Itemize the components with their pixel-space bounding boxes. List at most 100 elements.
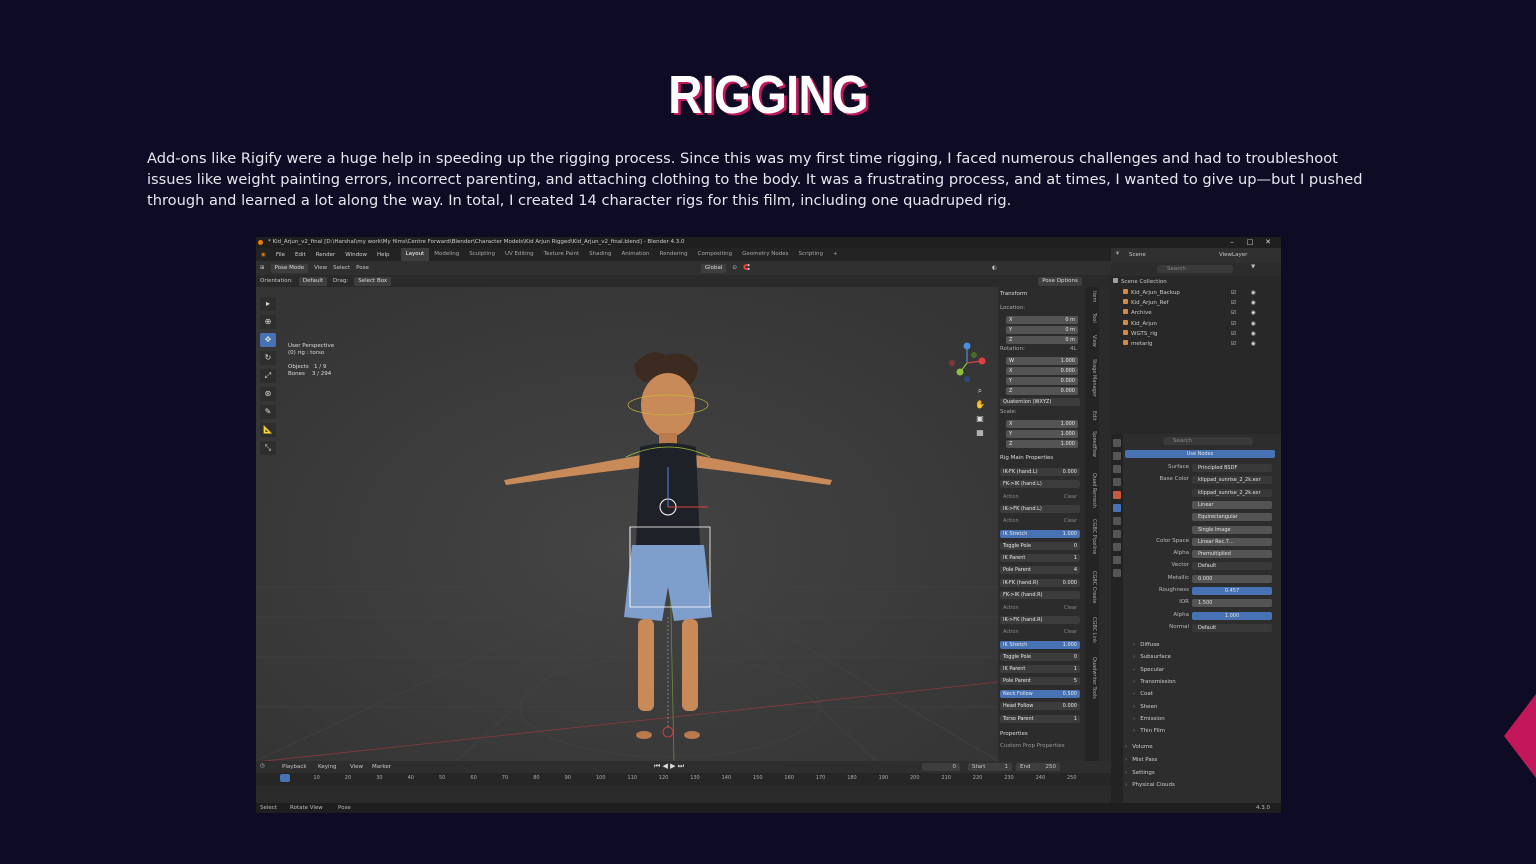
pivot-icon[interactable]: ⊙	[732, 265, 737, 271]
rotation-z-row[interactable]: Z 0.000	[998, 386, 1083, 395]
shader-property-value[interactable]: 1.500	[1192, 599, 1272, 608]
rig-right-field[interactable]: IK-FK (hand.R) 0.000	[1000, 579, 1080, 587]
modifier-tab-icon[interactable]	[1113, 530, 1121, 538]
rig-left-field[interactable]: IK Stretch 1.000	[1000, 529, 1080, 538]
shader-property-value[interactable]: 0.000	[1192, 574, 1272, 583]
rig-left-row[interactable]: Action Clear	[998, 516, 1083, 525]
blender-menu-icon[interactable]: ◉	[256, 252, 271, 258]
rig-right-row[interactable]: Action Clear	[998, 627, 1083, 636]
tab-cgbc-link[interactable]: CGBC Link	[1087, 617, 1097, 643]
rig-right-row[interactable]: IK->FK (hand.R)	[998, 615, 1083, 624]
rig-right-field[interactable]: FK->IK (hand.R)	[1000, 591, 1080, 600]
rig-left-row[interactable]: Pole Parent 4	[998, 565, 1083, 575]
shader-property-value[interactable]: Linear	[1192, 500, 1272, 509]
location-z-row[interactable]: Z 0 m	[998, 335, 1083, 344]
shader-property-row[interactable]: klippad_sunrise_2_2k.exr	[1123, 487, 1281, 498]
visibility-checkbox-icon[interactable]: ☑	[1231, 298, 1236, 308]
shader-property-value[interactable]: Default	[1192, 623, 1272, 632]
tab-layout[interactable]: Layout	[400, 248, 430, 261]
cursor-icon[interactable]: ⊕	[260, 315, 276, 329]
shader-property-value[interactable]: Equirectangular	[1192, 513, 1272, 522]
menu-keying[interactable]: Keying	[318, 764, 336, 770]
rig-right-row[interactable]: Toggle Pole 0	[998, 652, 1083, 661]
shader-property-row[interactable]: Normal Default	[1123, 622, 1281, 633]
shader-property-row[interactable]: Base Color klippad_sunrise_2_2k.exr	[1123, 474, 1281, 485]
grid-icon[interactable]: ▦	[974, 427, 986, 439]
current-frame-field[interactable]: 0	[922, 763, 960, 771]
location-y-row[interactable]: Y 0 m	[998, 325, 1083, 334]
shader-property-row[interactable]: Metallic 0.000	[1123, 573, 1281, 584]
custom-properties-header[interactable]: Custom Prop Properties	[1000, 743, 1065, 749]
rig-right-field[interactable]: Pole Parent 5	[1000, 677, 1080, 686]
scene-collection-row[interactable]: Scene Collection	[1113, 277, 1279, 287]
tab-tool[interactable]: Tool	[1087, 313, 1097, 323]
rotation-x-row[interactable]: X 0.000	[998, 366, 1083, 375]
shader-property-row[interactable]: Roughness 0.457	[1123, 585, 1281, 596]
rig-right-field[interactable]: Action Clear	[1000, 628, 1080, 636]
scale-y-row[interactable]: Y 1.000	[998, 429, 1083, 438]
viewport-shading-icon[interactable]: ◐	[992, 265, 997, 271]
shader-property-row[interactable]: Linear	[1123, 499, 1281, 510]
shader-subsection[interactable]: › Subsurface	[1133, 652, 1171, 662]
shader-property-value[interactable]: Default	[1192, 562, 1272, 571]
rig-right-field[interactable]: Action Clear	[1000, 604, 1080, 612]
shader-subsection[interactable]: › Diffuse	[1133, 640, 1160, 650]
zoom-icon[interactable]: ⌕	[974, 385, 986, 397]
tab-texture-paint[interactable]: Texture Paint	[539, 248, 585, 261]
shader-subsection[interactable]: › Coat	[1133, 689, 1153, 699]
outliner-item[interactable]: Kid_Arjun_Backup ☑ ◉	[1123, 288, 1281, 298]
shader-subsection[interactable]: › Sheen	[1133, 702, 1157, 712]
view-layer-name[interactable]: ViewLayer	[1219, 252, 1247, 258]
rotation-y-row[interactable]: Y 0.000	[998, 376, 1083, 385]
menu-view[interactable]: View	[314, 265, 327, 271]
tab-item[interactable]: Item	[1087, 291, 1097, 302]
shader-property-row[interactable]: Color Space Linear Rec.7...	[1123, 536, 1281, 547]
move-icon[interactable]: ✥	[260, 333, 276, 347]
shader-property-row[interactable]: Alpha Premultiplied	[1123, 548, 1281, 559]
shader-property-row[interactable]: Equirectangular	[1123, 511, 1281, 522]
shader-property-row[interactable]: Single Image	[1123, 524, 1281, 535]
rig-right-row[interactable]: IK Stretch 1.000	[998, 640, 1083, 649]
scale-icon[interactable]: ⤢	[260, 369, 276, 383]
rig-right-row[interactable]: Action Clear	[998, 603, 1083, 612]
shader-property-value[interactable]: klippad_sunrise_2_2k.exr	[1192, 476, 1272, 485]
rig-main-properties-header[interactable]: Rig Main Properties	[1000, 455, 1053, 461]
rig-left-field[interactable]: Toggle Pole 0	[1000, 541, 1080, 550]
menu-select[interactable]: Select	[333, 265, 350, 271]
relax-icon[interactable]: ⤡	[260, 441, 276, 455]
scale-x-row[interactable]: X 1.000	[998, 419, 1083, 428]
tab-compositing[interactable]: Compositing	[693, 248, 737, 261]
tab-rendering[interactable]: Rendering	[655, 248, 693, 261]
rig-left-row[interactable]: IK-FK (hand.L) 0.000	[998, 467, 1083, 476]
rig-left-field[interactable]: IK->FK (hand.L)	[1000, 504, 1080, 513]
rig-left-field[interactable]: IK-FK (hand.L) 0.000	[1000, 468, 1080, 476]
view-layer-tab-icon[interactable]	[1113, 478, 1121, 486]
measure-icon[interactable]: 📐	[260, 423, 276, 437]
tab-animation[interactable]: Animation	[616, 248, 654, 261]
rig-right-field[interactable]: Toggle Pole 0	[1000, 652, 1080, 661]
shader-property-value[interactable]: Principled BSDF	[1192, 464, 1272, 472]
scene-icon[interactable]: ⚘	[1115, 251, 1120, 257]
tab-cgbc-pipeline[interactable]: CGBC Pipeline	[1087, 519, 1097, 554]
eye-icon[interactable]: ◉	[1251, 298, 1256, 308]
menu-help[interactable]: Help	[372, 252, 395, 258]
rig-right-field[interactable]: IK Stretch 1.000	[1000, 640, 1080, 649]
eye-icon[interactable]: ◉	[1251, 308, 1256, 318]
properties-search-input[interactable]: Search	[1163, 437, 1253, 445]
properties-section-header[interactable]: Properties	[1000, 731, 1028, 737]
world-panel[interactable]: › Settings	[1125, 768, 1155, 778]
rig-neck-field[interactable]: Torso Parent 1	[1000, 714, 1080, 723]
shader-subsection[interactable]: › Specular	[1133, 665, 1164, 675]
shader-property-value[interactable]: Premultiplied	[1192, 550, 1272, 559]
camera-icon[interactable]: ▣	[974, 413, 986, 425]
snap-icon[interactable]: 🧲	[743, 265, 750, 271]
visibility-checkbox-icon[interactable]: ☑	[1231, 288, 1236, 298]
frame-ruler[interactable]: 0102030405060708090100110120130140150160…	[256, 773, 1111, 785]
rig-neck-row[interactable]: Torso Parent 1	[998, 714, 1083, 723]
tab-shading[interactable]: Shading	[584, 248, 616, 261]
menu-file[interactable]: File	[271, 252, 290, 258]
rig-right-field[interactable]: IK->FK (hand.R)	[1000, 615, 1080, 624]
mode-dropdown[interactable]: Pose Mode	[270, 263, 309, 273]
visibility-checkbox-icon[interactable]: ☑	[1231, 329, 1236, 339]
rotation-mode-dropdown[interactable]: Quaternion (WXYZ)	[998, 397, 1083, 406]
